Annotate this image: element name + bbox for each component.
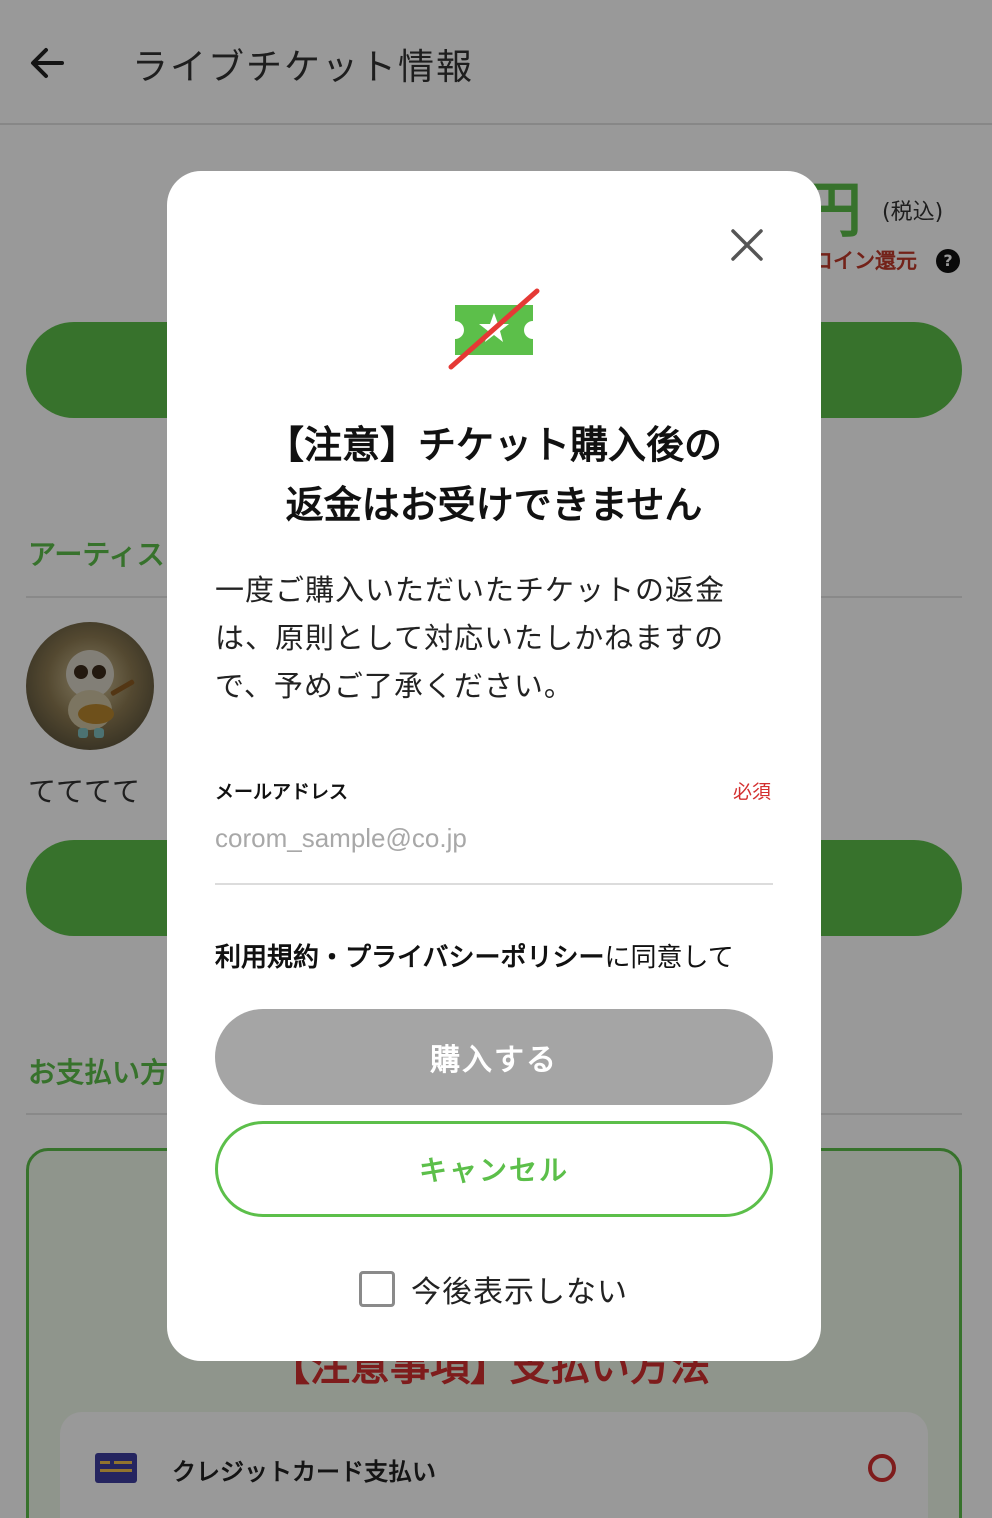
agree-suffix: に同意して — [604, 943, 734, 973]
dont-show-again-option[interactable]: 今後表示しない — [359, 1267, 628, 1311]
modal-message-line: 一度ご購入いただいたチケットの返金 — [215, 573, 726, 607]
refund-notice-modal: 【注意】チケット購入後の 返金はお受けできません 一度ご購入いただいたチケットの… — [167, 171, 821, 1361]
required-badge: 必須 — [733, 781, 772, 803]
dont-show-label: 今後表示しない — [411, 1275, 628, 1310]
email-field-label: メールアドレス — [215, 781, 349, 803]
purchase-button[interactable]: 購入する — [215, 1009, 773, 1105]
cancel-button[interactable]: キャンセル — [215, 1121, 773, 1217]
modal-title: 【注意】チケット購入後の 返金はお受けできません — [167, 415, 821, 535]
modal-message-line: で、予めご了承ください。 — [215, 669, 574, 703]
email-field[interactable] — [215, 815, 773, 885]
modal-title-line: 返金はお受けできません — [285, 483, 703, 527]
dont-show-checkbox[interactable] — [359, 1271, 395, 1307]
terms-privacy-link[interactable]: 利用規約・プライバシーポリシー — [215, 943, 604, 973]
close-icon[interactable] — [725, 223, 769, 267]
modal-title-line: 【注意】チケット購入後の — [265, 423, 722, 467]
terms-agreement-text: 利用規約・プライバシーポリシーに同意して — [215, 937, 734, 974]
modal-message: 一度ご購入いただいたチケットの返金 は、原則として対応いたしかねますの で、予め… — [215, 566, 775, 710]
no-refund-ticket-icon — [447, 283, 541, 373]
modal-message-line: は、原則として対応いたしかねますの — [215, 621, 725, 655]
